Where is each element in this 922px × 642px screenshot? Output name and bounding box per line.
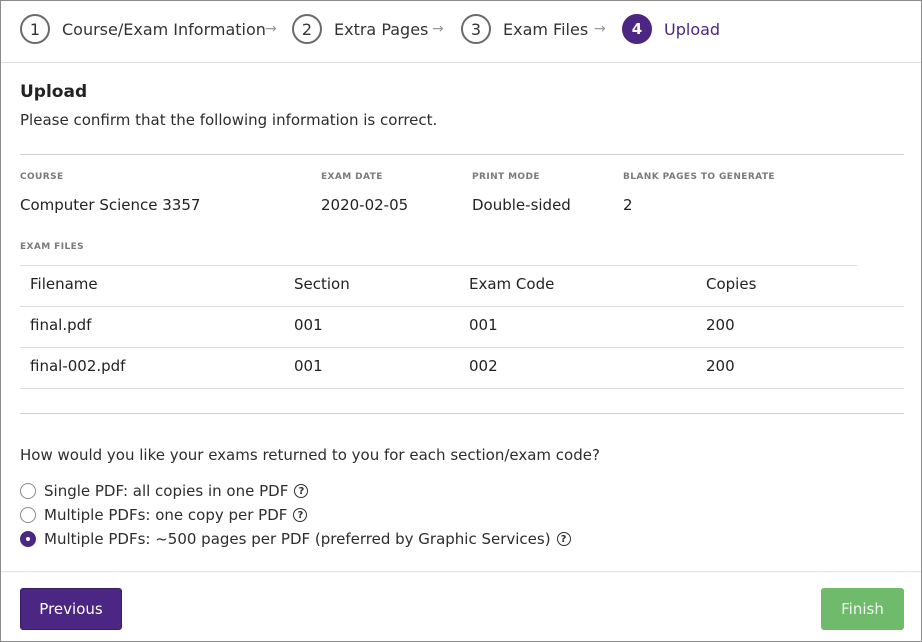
option-label[interactable]: Multiple PDFs: one copy per PDF (44, 506, 287, 524)
cell-filename: final-002.pdf (30, 357, 126, 375)
option-label[interactable]: Single PDF: all copies in one PDF (44, 482, 288, 500)
return-format-question: How would you like your exams returned t… (20, 446, 600, 464)
column-header-filename: Filename (30, 275, 98, 293)
step-upload[interactable]: 4 Upload (622, 14, 720, 44)
page-title: Upload (20, 82, 88, 102)
arrow-right-icon: → (265, 21, 277, 37)
step-number-4: 4 (622, 14, 652, 44)
radio-multiple-pdfs-one-copy[interactable] (20, 507, 36, 523)
upload-wizard: 1 Course/Exam Information → 2 Extra Page… (0, 0, 922, 642)
previous-button[interactable]: Previous (20, 588, 122, 630)
divider (20, 154, 904, 155)
option-multiple-pdfs-500-pages[interactable]: Multiple PDFs: ~500 pages per PDF (prefe… (20, 530, 571, 548)
help-icon[interactable]: ? (294, 484, 309, 498)
column-header-section: Section (294, 275, 350, 293)
step-label-3: Exam Files (503, 19, 589, 39)
course-value: Computer Science 3357 (20, 196, 201, 214)
divider (20, 413, 904, 414)
cell-copies: 200 (706, 357, 735, 375)
step-number-2: 2 (292, 14, 322, 44)
step-exam-files[interactable]: 3 Exam Files (461, 14, 588, 44)
blank-pages-label: BLANK PAGES TO GENERATE (623, 172, 775, 182)
exam-date-label: EXAM DATE (321, 172, 383, 182)
exam-date-value: 2020-02-05 (321, 196, 409, 214)
exam-files-label: EXAM FILES (20, 242, 85, 252)
radio-multiple-pdfs-500-pages[interactable] (20, 531, 36, 547)
page-subtitle: Please confirm that the following inform… (20, 111, 438, 129)
step-label-2: Extra Pages (334, 19, 429, 39)
option-multiple-pdfs-one-copy[interactable]: Multiple PDFs: one copy per PDF ? (20, 506, 308, 524)
cell-section: 001 (294, 357, 323, 375)
wizard-stepper: 1 Course/Exam Information → 2 Extra Page… (1, 1, 921, 63)
print-mode-label: PRINT MODE (472, 172, 540, 182)
column-header-copies: Copies (706, 275, 757, 293)
step-extra-pages[interactable]: 2 Extra Pages (292, 14, 428, 44)
step-number-3: 3 (461, 14, 491, 44)
help-icon[interactable]: ? (556, 532, 571, 546)
arrow-right-icon: → (594, 21, 606, 37)
course-label: COURSE (20, 172, 64, 182)
print-mode-value: Double-sided (472, 196, 571, 214)
table-header-row: Filename Section Exam Code Copies (20, 265, 904, 307)
wizard-footer: Previous Finish (1, 571, 921, 642)
finish-button[interactable]: Finish (821, 588, 904, 630)
arrow-right-icon: → (432, 21, 444, 37)
option-label[interactable]: Multiple PDFs: ~500 pages per PDF (prefe… (44, 530, 551, 548)
blank-pages-value: 2 (623, 196, 633, 214)
step-label-1: Course/Exam Information (62, 19, 266, 39)
column-header-exam-code: Exam Code (469, 275, 555, 293)
cell-section: 001 (294, 316, 323, 334)
cell-filename: final.pdf (30, 316, 92, 334)
cell-copies: 200 (706, 316, 735, 334)
step-label-4: Upload (664, 19, 721, 39)
table-row: final.pdf 001 001 200 (20, 306, 904, 348)
option-single-pdf[interactable]: Single PDF: all copies in one PDF ? (20, 482, 309, 500)
step-course-exam-information[interactable]: 1 Course/Exam Information (20, 14, 266, 44)
radio-single-pdf[interactable] (20, 483, 36, 499)
cell-exam-code: 001 (469, 316, 498, 334)
cell-exam-code: 002 (469, 357, 498, 375)
help-icon[interactable]: ? (293, 508, 308, 522)
table-row: final-002.pdf 001 002 200 (20, 347, 904, 389)
step-number-1: 1 (20, 14, 50, 44)
